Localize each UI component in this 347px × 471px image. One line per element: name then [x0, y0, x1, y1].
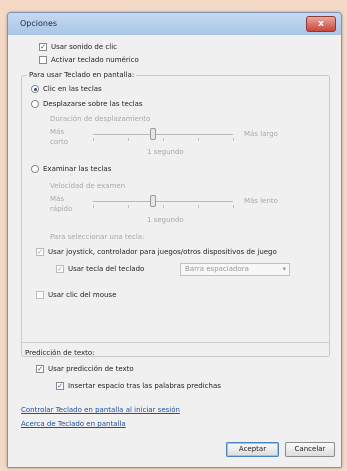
- hover-longer-label: Más largo: [244, 130, 278, 138]
- click-keys-radio[interactable]: [31, 85, 39, 93]
- hover-duration-label: Duración de desplazamiento: [50, 115, 151, 123]
- hover-slider-tick: [128, 138, 129, 141]
- scan-slider-thumb[interactable]: [150, 195, 156, 207]
- joystick-checkbox[interactable]: ✓: [36, 248, 44, 256]
- prediction-checkbox[interactable]: ✓: [36, 365, 44, 373]
- chevron-down-icon: ▾: [282, 265, 286, 273]
- key-select-value: Barra espaciadora: [185, 265, 249, 273]
- hover-slider-track[interactable]: [93, 134, 233, 135]
- dialog-title: Opciones: [20, 19, 58, 28]
- scan-slower-label: Más lento: [244, 197, 278, 205]
- hover-keys-label: Desplazarse sobre las teclas: [43, 100, 143, 108]
- hover-slider-tick: [198, 138, 199, 141]
- options-dialog: Opciones x ✓ Usar sonido de clic Activar…: [7, 12, 342, 468]
- joystick-label: Usar joystick, controlador para juegos/o…: [48, 248, 277, 256]
- hover-slider-tick: [233, 138, 234, 141]
- osk-group-heading: Para usar Teclado en pantalla:: [27, 71, 137, 79]
- scan-speed-label: Velocidad de examen: [50, 182, 126, 190]
- hover-faster-label-2: corto: [50, 138, 69, 146]
- dialog-body: ✓ Usar sonido de clic Activar teclado nu…: [8, 35, 341, 467]
- click-keys-label: Clic en las teclas: [43, 85, 102, 93]
- cancel-button[interactable]: Cancelar: [285, 442, 335, 457]
- accept-button[interactable]: Aceptar: [226, 442, 279, 457]
- close-button[interactable]: x: [306, 16, 336, 32]
- keyboard-key-label: Usar tecla del teclado: [68, 265, 145, 273]
- prediction-heading: Predicción de texto:: [25, 349, 95, 357]
- insert-space-checkbox[interactable]: ✓: [56, 382, 64, 390]
- scan-fast-label: Más: [50, 195, 64, 203]
- logon-settings-link[interactable]: Controlar Teclado en pantalla al iniciar…: [21, 406, 180, 414]
- about-link[interactable]: Acerca de Teclado en pantalla: [21, 420, 126, 428]
- insert-space-label: Insertar espacio tras las palabras predi…: [68, 382, 221, 390]
- keyboard-key-checkbox[interactable]: ✓: [56, 265, 64, 273]
- hover-slider-tick: [93, 138, 94, 141]
- mouse-click-checkbox[interactable]: [36, 291, 44, 299]
- scan-keys-label: Examinar las teclas: [43, 165, 112, 173]
- scan-slider-tick: [128, 205, 129, 208]
- scan-slider-track[interactable]: [93, 201, 233, 202]
- mouse-click-label: Usar clic del mouse: [48, 291, 117, 299]
- hover-faster-label: Más: [50, 128, 64, 136]
- numpad-checkbox[interactable]: [39, 56, 47, 64]
- select-key-label: Para seleccionar una tecla:: [50, 233, 145, 241]
- prediction-label: Usar predicción de texto: [48, 365, 134, 373]
- scan-fast-label-2: rápido: [50, 205, 73, 213]
- hover-keys-radio[interactable]: [31, 100, 39, 108]
- hover-slider-tick: [163, 138, 164, 141]
- click-sound-label: Usar sonido de clic: [51, 43, 117, 51]
- scan-slider-tick: [198, 205, 199, 208]
- scan-slider-tick: [163, 205, 164, 208]
- scan-speed-value: 1 segundo: [147, 216, 184, 224]
- hover-duration-value: 1 segundo: [147, 148, 184, 156]
- numpad-label: Activar teclado numérico: [51, 56, 139, 64]
- scan-slider-tick: [93, 205, 94, 208]
- separator: [21, 342, 330, 343]
- scan-slider-tick: [233, 205, 234, 208]
- key-select-dropdown[interactable]: Barra espaciadora ▾: [180, 263, 290, 276]
- hover-slider-thumb[interactable]: [150, 128, 156, 140]
- scan-keys-radio[interactable]: [31, 165, 39, 173]
- title-bar: Opciones x: [8, 13, 341, 35]
- click-sound-checkbox[interactable]: ✓: [39, 43, 47, 51]
